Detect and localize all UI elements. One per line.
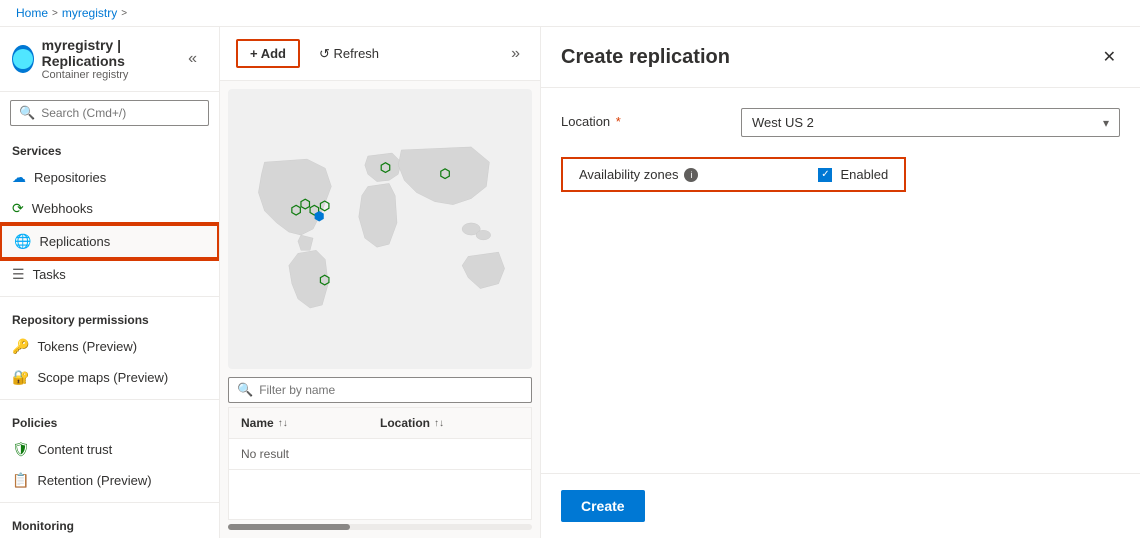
name-sort-icon[interactable]: ↑↓ [278,418,288,429]
world-map [228,89,532,369]
tasks-icon: ☰ [12,266,25,283]
breadcrumb-registry[interactable]: myregistry [62,6,117,20]
sidebar-item-label: Webhooks [32,201,93,216]
scope-icon: 🔐 [12,369,29,386]
page-header: + Add ↺ Refresh » [220,27,540,81]
sidebar-item-label: Retention (Preview) [37,473,151,488]
location-value: West US 2 [752,115,814,130]
sidebar-item-label: Replications [39,234,110,249]
sidebar-section-monitoring: Monitoring [0,509,219,537]
sidebar: myregistry | Replications Container regi… [0,27,220,538]
sidebar-item-repositories[interactable]: ☁ Repositories [0,162,219,193]
refresh-button[interactable]: ↺ Refresh [308,40,390,68]
table-empty-row: No result [229,439,531,470]
add-button[interactable]: + Add [236,39,300,68]
availability-control[interactable]: Enabled [818,167,888,182]
sidebar-collapse-button[interactable]: « [182,46,203,72]
results-table: Name ↑↓ Location ↑↓ No result [228,407,532,520]
sidebar-item-replications[interactable]: 🌐 Replications [0,224,219,259]
sidebar-logo [12,45,34,73]
required-star: * [616,114,621,129]
webhooks-icon: ⟳ [12,200,24,217]
sidebar-search-bar[interactable]: 🔍 [10,100,209,126]
column-name: Name ↑↓ [241,416,380,430]
sidebar-item-webhooks[interactable]: ⟳ Webhooks [0,193,219,224]
content-icon: 🛡 [12,441,30,458]
filter-bar[interactable]: 🔍 [228,377,532,403]
search-icon: 🔍 [19,105,35,121]
location-sort-icon[interactable]: ↑↓ [434,418,444,429]
availability-label: Availability zones [579,167,678,182]
sidebar-section-services: Services [0,134,219,162]
search-input[interactable] [41,106,200,120]
sidebar-title: myregistry | Replications [42,37,170,69]
location-label: Location * [561,108,741,129]
breadcrumb-sep2: > [121,8,127,19]
collapse-right-button[interactable]: » [507,41,524,67]
close-button[interactable]: ✕ [1099,43,1120,71]
sidebar-item-scope-maps[interactable]: 🔐 Scope maps (Preview) [0,362,219,393]
table-header: Name ↑↓ Location ↑↓ [229,408,531,439]
repositories-icon: ☁ [12,169,26,186]
horizontal-scrollbar[interactable] [228,524,532,530]
sidebar-item-tasks[interactable]: ☰ Tasks [0,259,219,290]
sidebar-header: myregistry | Replications Container regi… [0,27,219,92]
sidebar-item-retention[interactable]: 📋 Retention (Preview) [0,465,219,496]
right-panel-header: Create replication ✕ [541,27,1140,88]
sidebar-item-label: Scope maps (Preview) [37,370,168,385]
chevron-down-icon: ▾ [1103,116,1109,130]
replications-icon: 🌐 [14,233,31,250]
sidebar-section-repo-permissions: Repository permissions [0,303,219,331]
main-content: + Add ↺ Refresh » [220,27,540,538]
right-panel: Create replication ✕ Location * West US … [540,27,1140,538]
sidebar-section-policies: Policies [0,406,219,434]
filter-input[interactable] [259,383,523,397]
right-panel-body: Location * West US 2 ▾ Availability [541,88,1140,473]
scroll-thumb[interactable] [228,524,350,530]
right-panel-footer: Create [541,473,1140,538]
location-dropdown[interactable]: West US 2 ▾ [741,108,1120,137]
breadcrumb: Home > myregistry > [0,0,1140,27]
sidebar-item-label: Content trust [38,442,112,457]
availability-form-row: Availability zones i Enabled [561,157,1120,192]
retention-icon: 📋 [12,472,29,489]
right-panel-title: Create replication [561,46,730,69]
location-control[interactable]: West US 2 ▾ [741,108,1120,137]
create-button[interactable]: Create [561,490,645,522]
sidebar-item-label: Tokens (Preview) [37,339,137,354]
sidebar-item-label: Repositories [34,170,106,185]
tokens-icon: 🔑 [12,338,29,355]
breadcrumb-home[interactable]: Home [16,6,48,20]
availability-label-group: Availability zones i [579,167,698,182]
sidebar-item-tokens[interactable]: 🔑 Tokens (Preview) [0,331,219,362]
sidebar-item-label: Tasks [33,267,66,282]
map-table-area: 🔍 Name ↑↓ Location ↑↓ [220,81,540,538]
column-location: Location ↑↓ [380,416,519,430]
availability-checkbox[interactable] [818,168,832,182]
info-icon[interactable]: i [684,168,698,182]
breadcrumb-sep1: > [52,8,58,19]
filter-search-icon: 🔍 [237,382,253,398]
location-form-row: Location * West US 2 ▾ [561,108,1120,137]
sidebar-item-content-trust[interactable]: 🛡 Content trust [0,434,219,465]
sidebar-subtitle: Container registry [42,69,170,81]
availability-enabled-label: Enabled [840,167,888,182]
